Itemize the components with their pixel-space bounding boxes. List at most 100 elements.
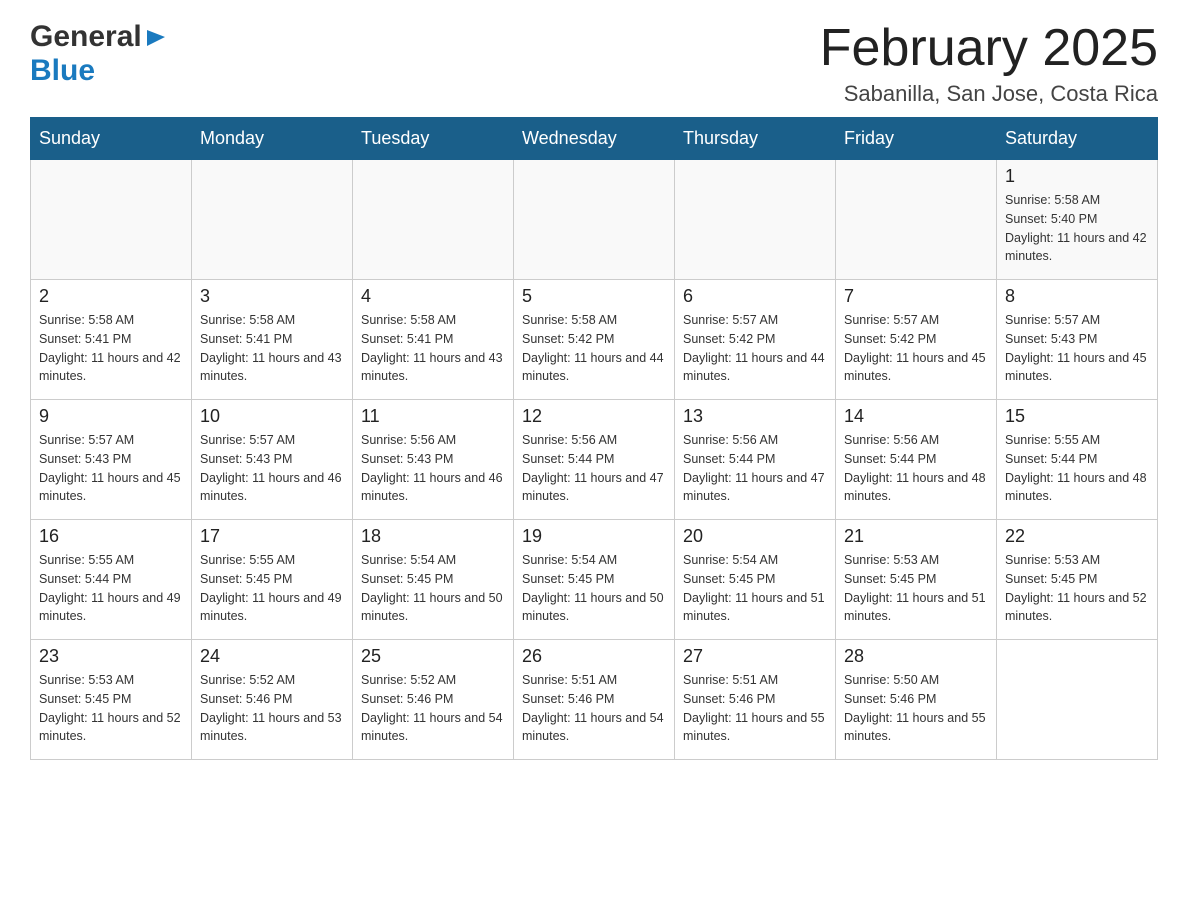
logo-arrow-icon [145,26,167,53]
calendar-cell: 5 Sunrise: 5:58 AMSunset: 5:42 PMDaylight… [514,280,675,400]
day-number: 2 [39,286,183,307]
day-info: Sunrise: 5:56 AMSunset: 5:44 PMDaylight:… [522,431,666,506]
calendar-cell: 3 Sunrise: 5:58 AMSunset: 5:41 PMDaylight… [192,280,353,400]
calendar-cell [514,160,675,280]
calendar-cell: 21Sunrise: 5:53 AMSunset: 5:45 PMDayligh… [836,520,997,640]
calendar-cell [353,160,514,280]
day-info: Sunrise: 5:57 AMSunset: 5:43 PMDaylight:… [200,431,344,506]
calendar-cell: 26 Sunrise: 5:51 AMSunset: 5:46 PMDayligh… [514,640,675,760]
calendar-week-row: 23 Sunrise: 5:53 AMSunset: 5:45 PMDayligh… [31,640,1158,760]
calendar-cell [836,160,997,280]
calendar-cell: 11 Sunrise: 5:56 AMSunset: 5:43 PMDayligh… [353,400,514,520]
day-number: 16 [39,526,183,547]
day-info: Sunrise: 5:54 AMSunset: 5:45 PMDaylight:… [683,551,827,626]
col-wednesday: Wednesday [514,118,675,160]
day-info: Sunrise: 5:56 AMSunset: 5:44 PMDaylight:… [844,431,988,506]
day-info: Sunrise: 5:51 AMSunset: 5:46 PMDaylight:… [683,671,827,746]
calendar-week-row: 1 Sunrise: 5:58 AMSunset: 5:40 PMDaylight… [31,160,1158,280]
day-info: Sunrise: 5:57 AMSunset: 5:43 PMDaylight:… [39,431,183,506]
day-number: 6 [683,286,827,307]
calendar-cell: 9 Sunrise: 5:57 AMSunset: 5:43 PMDaylight… [31,400,192,520]
calendar-cell: 20 Sunrise: 5:54 AMSunset: 5:45 PMDayligh… [675,520,836,640]
day-info: Sunrise: 5:56 AMSunset: 5:44 PMDaylight:… [683,431,827,506]
calendar-cell: 15 Sunrise: 5:55 AMSunset: 5:44 PMDayligh… [997,400,1158,520]
day-info: Sunrise: 5:57 AMSunset: 5:43 PMDaylight:… [1005,311,1149,386]
calendar-week-row: 2 Sunrise: 5:58 AMSunset: 5:41 PMDaylight… [31,280,1158,400]
calendar-cell: 13Sunrise: 5:56 AMSunset: 5:44 PMDayligh… [675,400,836,520]
day-info: Sunrise: 5:58 AMSunset: 5:41 PMDaylight:… [200,311,344,386]
day-info: Sunrise: 5:53 AMSunset: 5:45 PMDaylight:… [1005,551,1149,626]
day-number: 7 [844,286,988,307]
day-info: Sunrise: 5:53 AMSunset: 5:45 PMDaylight:… [844,551,988,626]
calendar-cell: 10 Sunrise: 5:57 AMSunset: 5:43 PMDayligh… [192,400,353,520]
calendar-cell: 19 Sunrise: 5:54 AMSunset: 5:45 PMDayligh… [514,520,675,640]
calendar-cell: 14 Sunrise: 5:56 AMSunset: 5:44 PMDayligh… [836,400,997,520]
calendar-cell: 6Sunrise: 5:57 AMSunset: 5:42 PMDaylight… [675,280,836,400]
logo-general-text: General [30,20,142,54]
day-info: Sunrise: 5:58 AMSunset: 5:41 PMDaylight:… [39,311,183,386]
day-number: 18 [361,526,505,547]
page-header: General Blue February 2025 Sabanilla, Sa… [30,20,1158,107]
calendar-cell: 1 Sunrise: 5:58 AMSunset: 5:40 PMDaylight… [997,160,1158,280]
day-number: 10 [200,406,344,427]
day-number: 3 [200,286,344,307]
calendar-cell: 22Sunrise: 5:53 AMSunset: 5:45 PMDayligh… [997,520,1158,640]
calendar-cell: 27 Sunrise: 5:51 AMSunset: 5:46 PMDayligh… [675,640,836,760]
calendar-cell [31,160,192,280]
col-thursday: Thursday [675,118,836,160]
calendar-cell: 25 Sunrise: 5:52 AMSunset: 5:46 PMDayligh… [353,640,514,760]
day-number: 15 [1005,406,1149,427]
col-sunday: Sunday [31,118,192,160]
day-number: 1 [1005,166,1149,187]
col-saturday: Saturday [997,118,1158,160]
day-info: Sunrise: 5:54 AMSunset: 5:45 PMDaylight:… [522,551,666,626]
col-friday: Friday [836,118,997,160]
calendar-cell [192,160,353,280]
day-number: 11 [361,406,505,427]
calendar-cell: 16 Sunrise: 5:55 AMSunset: 5:44 PMDayligh… [31,520,192,640]
day-number: 23 [39,646,183,667]
day-info: Sunrise: 5:54 AMSunset: 5:45 PMDaylight:… [361,551,505,626]
day-info: Sunrise: 5:56 AMSunset: 5:43 PMDaylight:… [361,431,505,506]
day-number: 9 [39,406,183,427]
day-number: 25 [361,646,505,667]
day-info: Sunrise: 5:55 AMSunset: 5:45 PMDaylight:… [200,551,344,626]
day-number: 14 [844,406,988,427]
calendar-cell: 12 Sunrise: 5:56 AMSunset: 5:44 PMDayligh… [514,400,675,520]
day-info: Sunrise: 5:52 AMSunset: 5:46 PMDaylight:… [200,671,344,746]
day-number: 5 [522,286,666,307]
calendar-cell: 17 Sunrise: 5:55 AMSunset: 5:45 PMDayligh… [192,520,353,640]
calendar-cell: 7 Sunrise: 5:57 AMSunset: 5:42 PMDaylight… [836,280,997,400]
title-block: February 2025 Sabanilla, San Jose, Costa… [820,20,1158,107]
day-info: Sunrise: 5:57 AMSunset: 5:42 PMDaylight:… [844,311,988,386]
day-number: 19 [522,526,666,547]
calendar-cell [997,640,1158,760]
day-info: Sunrise: 5:55 AMSunset: 5:44 PMDaylight:… [39,551,183,626]
day-info: Sunrise: 5:58 AMSunset: 5:41 PMDaylight:… [361,311,505,386]
calendar-cell: 28Sunrise: 5:50 AMSunset: 5:46 PMDayligh… [836,640,997,760]
calendar-cell: 18 Sunrise: 5:54 AMSunset: 5:45 PMDayligh… [353,520,514,640]
day-number: 24 [200,646,344,667]
day-info: Sunrise: 5:55 AMSunset: 5:44 PMDaylight:… [1005,431,1149,506]
day-info: Sunrise: 5:58 AMSunset: 5:42 PMDaylight:… [522,311,666,386]
day-number: 27 [683,646,827,667]
calendar-table: Sunday Monday Tuesday Wednesday Thursday… [30,117,1158,760]
calendar-cell: 24 Sunrise: 5:52 AMSunset: 5:46 PMDayligh… [192,640,353,760]
day-number: 28 [844,646,988,667]
calendar-cell [675,160,836,280]
calendar-week-row: 9 Sunrise: 5:57 AMSunset: 5:43 PMDaylight… [31,400,1158,520]
day-info: Sunrise: 5:52 AMSunset: 5:46 PMDaylight:… [361,671,505,746]
col-monday: Monday [192,118,353,160]
day-number: 20 [683,526,827,547]
calendar-title: February 2025 [820,20,1158,77]
day-info: Sunrise: 5:58 AMSunset: 5:40 PMDaylight:… [1005,191,1149,266]
logo-blue-text: Blue [30,54,95,87]
day-number: 12 [522,406,666,427]
day-info: Sunrise: 5:51 AMSunset: 5:46 PMDaylight:… [522,671,666,746]
day-number: 26 [522,646,666,667]
day-info: Sunrise: 5:53 AMSunset: 5:45 PMDaylight:… [39,671,183,746]
day-number: 17 [200,526,344,547]
calendar-subtitle: Sabanilla, San Jose, Costa Rica [820,81,1158,107]
calendar-week-row: 16 Sunrise: 5:55 AMSunset: 5:44 PMDayligh… [31,520,1158,640]
calendar-cell: 4Sunrise: 5:58 AMSunset: 5:41 PMDaylight… [353,280,514,400]
